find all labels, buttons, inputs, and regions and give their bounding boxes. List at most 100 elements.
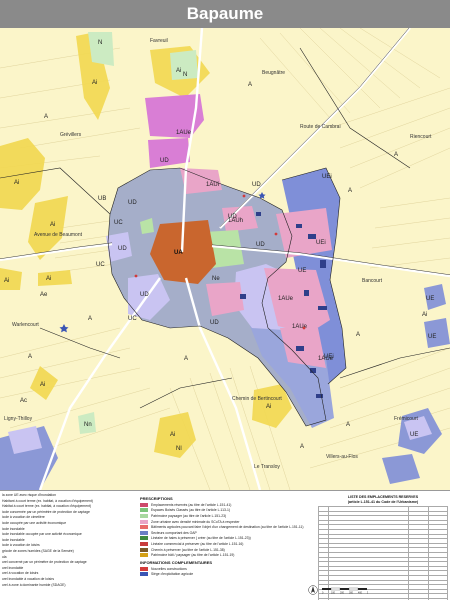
legend-swatch [140, 541, 148, 546]
zone-label: Ai [40, 382, 45, 388]
legend-swatch [140, 502, 148, 507]
zone-label: UE [428, 334, 436, 340]
zone-label: UEi [316, 240, 326, 246]
zone-label: UD [256, 242, 265, 248]
legend-row: Siège d'exploitation agricole [140, 572, 312, 578]
place-label: Frémicourt [394, 416, 419, 422]
zone-label: Ae [40, 292, 48, 298]
legend-swatch [140, 536, 148, 541]
scale-tick-label: 100 [331, 592, 336, 595]
zone-label: UD [160, 158, 169, 164]
zone-label: Ai [422, 312, 427, 318]
scale-tick-label: 300 [349, 592, 354, 595]
table-title: LISTE DES EMPLACEMENTS RESERVES (article… [318, 495, 448, 504]
zone-label: UEi [322, 174, 332, 180]
zone-label: UD [128, 200, 137, 206]
zone-label: 1AUe [176, 130, 192, 136]
place-label: Beugnâtre [262, 70, 285, 76]
zone-label: UD [118, 246, 127, 252]
legend-panel: la zone UE avec risque d'inondation Habi… [0, 490, 450, 600]
zone-label: UC [128, 316, 137, 322]
prescriptions-heading: PRESCRIPTIONS [140, 496, 173, 501]
zone-label: UE [426, 296, 434, 302]
reserved-locations-table [317, 506, 449, 600]
scale-tick-label: 500 m [367, 592, 368, 595]
zone-label: 1AUe [318, 356, 334, 362]
legend-swatch [140, 513, 148, 518]
place-label: Grévillers [60, 132, 82, 138]
legend-swatch [140, 572, 148, 577]
legend-label: Linéaire de haies à préserver ( créer (a… [151, 536, 251, 541]
legend-label: Espaces Boisés Classés (au titre de l'ar… [151, 508, 230, 513]
zone-label: UE [410, 432, 418, 438]
zone-label: A [346, 422, 350, 428]
zone-label: 1AUe [278, 296, 294, 302]
zoning-map[interactable]: N N A A A A A A A A A A Ai Ai Ai Ai Ai A… [0, 28, 450, 490]
zone-label: UC [96, 262, 105, 268]
legend-label: Zone urbaine avec densité minimale du SC… [151, 519, 240, 524]
zone-label: 1AUi [206, 182, 219, 188]
place-label: Warlencourt [12, 322, 39, 328]
zone-label: A [28, 354, 32, 360]
zone-label: UB [98, 196, 106, 202]
legend-row: Bâtiments agricoles pouvant faire l'obje… [140, 524, 312, 530]
zone-label: Ai [14, 180, 19, 186]
place-label: Chemin de Bertincourt [232, 396, 282, 402]
zone-label: Ai [266, 404, 271, 410]
zone-label: Ai [170, 432, 175, 438]
zone-label: 1AUh [228, 218, 243, 224]
legend-label: Nouvelles constructions [151, 566, 187, 571]
zone-legend: la zone UE avec risque d'inondation Habi… [2, 493, 124, 588]
legend-swatch [140, 508, 148, 513]
prescriptions-list: Emplacements réservés (au titre de l'art… [140, 502, 312, 558]
place-label: Villers-au-Flos [326, 454, 358, 460]
zone-label: Ne [212, 276, 220, 282]
place-label: Ligny-Thilloy [4, 416, 33, 422]
zone-label: Nn [84, 422, 92, 428]
legend-swatch [140, 553, 148, 558]
zone-label: A [44, 114, 48, 120]
reserved-locations-table-block: LISTE DES EMPLACEMENTS RESERVES (article… [317, 495, 449, 600]
zone-label: N [98, 40, 102, 46]
zone-label: UC [114, 220, 123, 226]
legend-label: Secteurs comportant des OAP [151, 530, 197, 535]
place-label: Avenue de Beaumont [34, 232, 83, 238]
legend-label: Chemin à préserver (au titre de l'articl… [151, 547, 225, 552]
place-label: Bancourt [362, 278, 383, 284]
zone-label: A [184, 356, 188, 362]
legend-row: Patrimoine bâti / paysager (au titre de … [140, 552, 312, 558]
zone-label: Ai [4, 278, 9, 284]
place-label: Favreuil [150, 38, 168, 44]
legend-label: Emplacements réservés (au titre de l'art… [151, 502, 232, 507]
place-label: Riencourt [410, 134, 432, 140]
zone-label: UD [210, 320, 219, 326]
zone-label: UE [298, 268, 306, 274]
table-subtitle-line: (article L.151-41 du Code de l'Urbanisme… [347, 499, 419, 504]
zone-label: A [300, 444, 304, 450]
place-label: Le Transloy [254, 464, 280, 470]
zone-label: A [394, 152, 398, 158]
zone-label: A [356, 332, 360, 338]
map-canvas[interactable]: N N A A A A A A A A A A Ai Ai Ai Ai Ai A… [0, 28, 450, 490]
zone-label: UD [252, 182, 261, 188]
zone-label: Nl [176, 446, 182, 452]
legend-swatch [140, 525, 148, 530]
north-arrow-icon [308, 585, 318, 595]
zone-label: Ai [176, 68, 181, 74]
zone-label: Ac [20, 398, 27, 404]
zone-label: A [248, 82, 252, 88]
info-heading: INFORMATIONS COMPLEMENTAIRES [140, 559, 213, 565]
zone-label: A [88, 316, 92, 322]
zone-label: 1AUe [292, 324, 308, 330]
scale-tick-label: 0 [322, 592, 324, 595]
legend-swatch [140, 566, 148, 571]
prescriptions-legend: PRESCRIPTIONS Emplacements réservés (au … [140, 495, 312, 577]
zone-label: UA [174, 250, 183, 256]
zone-label: Ai [46, 276, 51, 282]
scale-tick-label: 400 [358, 592, 363, 595]
legend-item: urel à zone à dominante humide (SDAGE) [2, 582, 66, 587]
legend-label: Siège d'exploitation agricole [151, 572, 194, 577]
legend-label: Linéaire commercial à préserver (au titr… [151, 541, 244, 546]
zone-label: Ai [92, 80, 97, 86]
zone-label: UD [140, 292, 149, 298]
